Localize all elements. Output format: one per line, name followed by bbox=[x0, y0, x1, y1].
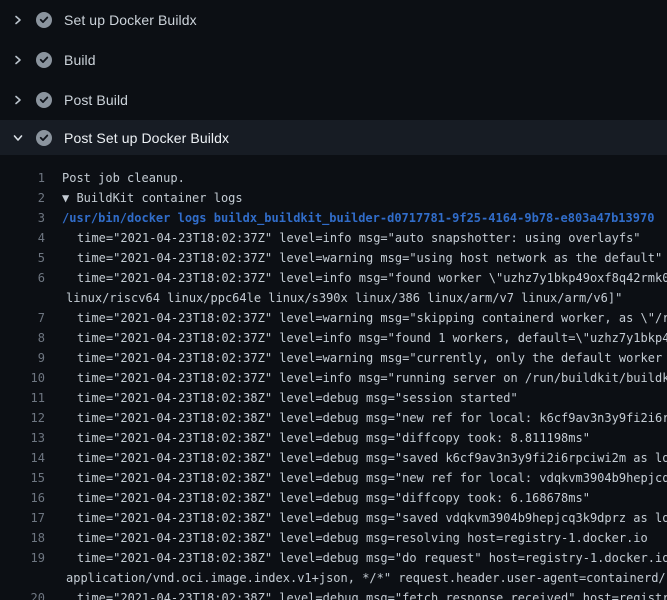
log-line-text: time="2021-04-23T18:02:37Z" level=info m… bbox=[77, 228, 641, 248]
log-line: 17 time="2021-04-23T18:02:38Z" level=debu… bbox=[0, 508, 667, 528]
line-number[interactable]: 19 bbox=[0, 548, 45, 568]
log-line-text: time="2021-04-23T18:02:37Z" level=info m… bbox=[77, 268, 667, 288]
step-header-post-set-up-docker-buildx[interactable]: Post Set up Docker Buildx bbox=[0, 120, 667, 155]
chevron-down-icon bbox=[12, 132, 24, 144]
log-line: 7 time="2021-04-23T18:02:37Z" level=warni… bbox=[0, 308, 667, 328]
line-number[interactable]: 13 bbox=[0, 428, 45, 448]
line-number[interactable]: 3 bbox=[0, 208, 45, 228]
line-number[interactable]: 9 bbox=[0, 348, 45, 368]
step-header-set-up-docker-buildx[interactable]: Set up Docker Buildx bbox=[0, 0, 667, 40]
log-line-text: time="2021-04-23T18:02:38Z" level=debug … bbox=[77, 588, 667, 600]
log-line: 19 time="2021-04-23T18:02:38Z" level=debu… bbox=[0, 548, 667, 568]
log-line-text: time="2021-04-23T18:02:37Z" level=info m… bbox=[77, 368, 667, 388]
log-line: 16 time="2021-04-23T18:02:38Z" level=debu… bbox=[0, 488, 667, 508]
line-number[interactable]: 6 bbox=[0, 268, 45, 288]
log-line-text: time="2021-04-23T18:02:38Z" level=debug … bbox=[77, 428, 590, 448]
line-number[interactable]: 7 bbox=[0, 308, 45, 328]
line-number[interactable]: 12 bbox=[0, 408, 45, 428]
step-label: Build bbox=[64, 52, 96, 68]
log-line-text: time="2021-04-23T18:02:38Z" level=debug … bbox=[77, 548, 667, 568]
line-number[interactable]: 4 bbox=[0, 228, 45, 248]
log-line-text: linux/riscv64 linux/ppc64le linux/s390x … bbox=[66, 288, 622, 308]
step-label: Post Set up Docker Buildx bbox=[64, 130, 229, 146]
log-line: 6 time="2021-04-23T18:02:37Z" level=info … bbox=[0, 268, 667, 288]
step-label: Post Build bbox=[64, 92, 128, 108]
line-number[interactable]: 10 bbox=[0, 368, 45, 388]
log-line-text: time="2021-04-23T18:02:37Z" level=warnin… bbox=[77, 348, 667, 368]
log-line-continuation: application/vnd.oci.image.index.v1+json,… bbox=[0, 568, 667, 588]
line-number[interactable]: 8 bbox=[0, 328, 45, 348]
steps-list: Set up Docker Buildx Build Post Build Post … bbox=[0, 0, 667, 155]
log-line-text: time="2021-04-23T18:02:38Z" level=debug … bbox=[77, 388, 518, 408]
log-line: 2 ▼ BuildKit container logs bbox=[0, 188, 667, 208]
log-line-continuation: linux/riscv64 linux/ppc64le linux/s390x … bbox=[0, 288, 667, 308]
log-line-text: time="2021-04-23T18:02:38Z" level=debug … bbox=[77, 468, 667, 488]
log-line-text: time="2021-04-23T18:02:38Z" level=debug … bbox=[77, 508, 667, 528]
chevron-right-icon bbox=[12, 14, 24, 26]
log-line: 4 time="2021-04-23T18:02:37Z" level=info … bbox=[0, 228, 667, 248]
log-line: 3/usr/bin/docker logs buildx_buildkit_bu… bbox=[0, 208, 667, 228]
step-header-build[interactable]: Build bbox=[0, 40, 667, 80]
line-number[interactable]: 20 bbox=[0, 588, 45, 600]
log-line-text: time="2021-04-23T18:02:37Z" level=info m… bbox=[77, 328, 667, 348]
log-line: 1 Post job cleanup. bbox=[0, 168, 667, 188]
log-line: 8 time="2021-04-23T18:02:37Z" level=info … bbox=[0, 328, 667, 348]
log-line: 11 time="2021-04-23T18:02:38Z" level=debu… bbox=[0, 388, 667, 408]
chevron-right-icon bbox=[12, 54, 24, 66]
log-command-text: /usr/bin/docker logs buildx_buildkit_bui… bbox=[62, 208, 654, 228]
log-line-text: Post job cleanup. bbox=[62, 168, 185, 188]
log-line: 18 time="2021-04-23T18:02:38Z" level=debu… bbox=[0, 528, 667, 548]
log-line-text: application/vnd.oci.image.index.v1+json,… bbox=[66, 568, 667, 588]
log-line: 14 time="2021-04-23T18:02:38Z" level=debu… bbox=[0, 448, 667, 468]
log-line: 20 time="2021-04-23T18:02:38Z" level=debu… bbox=[0, 588, 667, 600]
line-number[interactable]: 14 bbox=[0, 448, 45, 468]
log-line-text: time="2021-04-23T18:02:38Z" level=debug … bbox=[77, 408, 667, 428]
log-line: 15 time="2021-04-23T18:02:38Z" level=debu… bbox=[0, 468, 667, 488]
log-line: 12 time="2021-04-23T18:02:38Z" level=debu… bbox=[0, 408, 667, 428]
line-number[interactable]: 2 bbox=[0, 188, 45, 208]
log-line-text: time="2021-04-23T18:02:37Z" level=warnin… bbox=[77, 308, 667, 328]
check-circle-icon bbox=[36, 52, 52, 68]
check-circle-icon bbox=[36, 92, 52, 108]
line-number bbox=[0, 568, 45, 588]
log-line: 10 time="2021-04-23T18:02:37Z" level=info… bbox=[0, 368, 667, 388]
step-label: Set up Docker Buildx bbox=[64, 12, 197, 28]
check-circle-icon bbox=[36, 130, 52, 146]
check-circle-icon bbox=[36, 12, 52, 28]
log-area: 1 Post job cleanup. 2 ▼ BuildKit container … bbox=[0, 155, 667, 600]
step-header-post-build[interactable]: Post Build bbox=[0, 80, 667, 120]
line-number[interactable]: 15 bbox=[0, 468, 45, 488]
line-number[interactable]: 16 bbox=[0, 488, 45, 508]
log-line-text: time="2021-04-23T18:02:38Z" level=debug … bbox=[77, 528, 648, 548]
line-number[interactable]: 5 bbox=[0, 248, 45, 268]
log-line-text: time="2021-04-23T18:02:38Z" level=debug … bbox=[77, 448, 667, 468]
line-number[interactable]: 1 bbox=[0, 168, 45, 188]
log-line-text: time="2021-04-23T18:02:38Z" level=debug … bbox=[77, 488, 590, 508]
log-line-text: time="2021-04-23T18:02:37Z" level=warnin… bbox=[77, 248, 662, 268]
chevron-right-icon bbox=[12, 94, 24, 106]
log-line: 9 time="2021-04-23T18:02:37Z" level=warni… bbox=[0, 348, 667, 368]
actions-log-viewer: Set up Docker Buildx Build Post Build Post … bbox=[0, 0, 667, 600]
line-number bbox=[0, 288, 45, 308]
log-line: 13 time="2021-04-23T18:02:38Z" level=debu… bbox=[0, 428, 667, 448]
log-group-toggle[interactable]: ▼ BuildKit container logs bbox=[62, 188, 243, 208]
line-number[interactable]: 18 bbox=[0, 528, 45, 548]
log-line: 5 time="2021-04-23T18:02:37Z" level=warni… bbox=[0, 248, 667, 268]
line-number[interactable]: 17 bbox=[0, 508, 45, 528]
line-number[interactable]: 11 bbox=[0, 388, 45, 408]
